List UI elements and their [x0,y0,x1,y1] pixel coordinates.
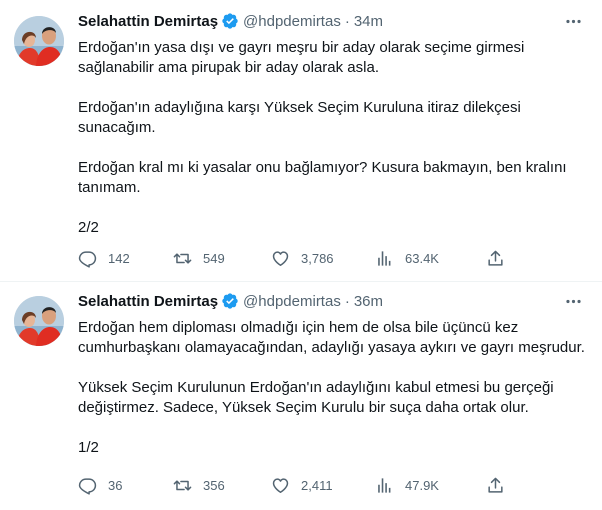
tweet-header: Selahattin Demirtaş @hdpdemirtas · 36m [78,290,588,312]
retweet-count: 549 [203,250,225,266]
author-handle[interactable]: @hdpdemirtas [243,293,341,310]
reply-icon [78,249,97,268]
reply-icon [78,476,97,495]
avatar[interactable] [14,296,64,346]
view-count: 63.4K [405,250,439,266]
tweet-text: Erdoğan'ın yasa dışı ve gayrı meşru bir … [78,38,588,238]
tweet-text: Erdoğan hem diploması olmadığı için hem … [78,318,588,458]
more-options-button[interactable] [562,10,584,32]
heart-icon [271,249,290,268]
more-icon [564,292,583,311]
share-button[interactable] [486,476,526,495]
tweet-paragraph: Erdoğan'ın adaylığına karşı Yüksek Seçim… [78,99,521,136]
like-button[interactable]: 2,411 [271,476,375,495]
heart-icon [271,476,290,495]
author-handle[interactable]: @hdpdemirtas [243,13,341,30]
more-icon [564,12,583,31]
tweet-paragraph: Erdoğan hem diploması olmadığı için hem … [78,319,585,356]
tweet-paragraph: Yüksek Seçim Kurulunun Erdoğan'ın adaylı… [78,379,554,416]
tweet-header: Selahattin Demirtaş @hdpdemirtas · 34m [78,10,588,32]
retweet-icon [173,476,192,495]
views-button[interactable]: 47.9K [375,476,486,495]
tweet-body: Selahattin Demirtaş @hdpdemirtas · 36m E… [78,290,588,458]
separator-dot: · [344,292,350,310]
avatar-image [14,296,64,346]
timestamp[interactable]: 36m [354,293,383,310]
views-button[interactable]: 63.4K [375,249,486,268]
retweet-icon [173,249,192,268]
reply-count: 36 [108,477,123,493]
tweet-paragraph: Erdoğan'ın yasa dışı ve gayrı meşru bir … [78,39,525,76]
avatar-image [14,16,64,66]
retweet-count: 356 [203,477,225,493]
like-count: 3,786 [301,250,334,266]
reply-count: 142 [108,250,130,266]
retweet-button[interactable]: 549 [173,249,271,268]
separator-dot: · [344,12,350,30]
tweet-actions: 142 549 3,786 63.4K [78,247,588,269]
tweet[interactable]: Selahattin Demirtaş @hdpdemirtas · 34m E… [0,0,602,281]
share-button[interactable] [486,249,526,268]
tweet-paragraph: Erdoğan kral mı ki yasalar onu bağlamıyo… [78,159,567,196]
share-icon [486,249,505,268]
timestamp[interactable]: 34m [354,13,383,30]
like-button[interactable]: 3,786 [271,249,375,268]
tweet-body: Selahattin Demirtaş @hdpdemirtas · 34m E… [78,10,588,238]
bar-chart-icon [375,476,394,495]
like-count: 2,411 [301,477,333,493]
thread-counter: 1/2 [78,439,99,456]
retweet-button[interactable]: 356 [173,476,271,495]
thread-counter: 2/2 [78,219,99,236]
reply-button[interactable]: 36 [78,476,173,495]
more-options-button[interactable] [562,290,584,312]
share-icon [486,476,505,495]
author-name[interactable]: Selahattin Demirtaş [78,13,218,30]
avatar[interactable] [14,16,64,66]
tweet-actions: 36 356 2,411 47.9K [78,474,588,496]
view-count: 47.9K [405,477,439,493]
reply-button[interactable]: 142 [78,249,173,268]
verified-badge-icon [221,12,239,30]
author-name[interactable]: Selahattin Demirtaş [78,293,218,310]
tweet[interactable]: Selahattin Demirtaş @hdpdemirtas · 36m E… [0,282,602,510]
verified-badge-icon [221,292,239,310]
bar-chart-icon [375,249,394,268]
